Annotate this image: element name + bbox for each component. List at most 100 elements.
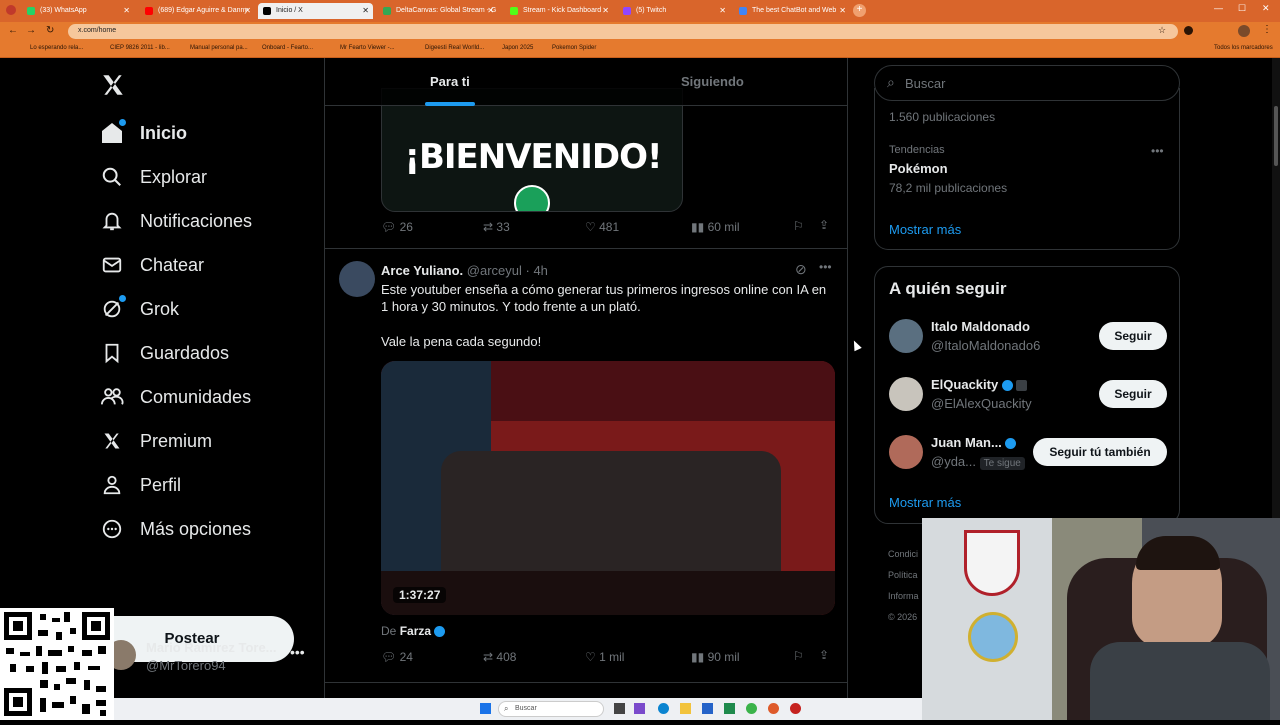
search-icon: ⌕ [504, 704, 509, 713]
browser-tab-chatbot[interactable]: The best ChatBot and Web ✕ [734, 3, 850, 19]
reply-button[interactable]: 💬︎ 26 [381, 220, 413, 234]
browser-menu-dots-icon[interactable]: ⋮ [1262, 24, 1272, 35]
start-menu-icon[interactable] [480, 703, 491, 714]
close-icon[interactable]: ✕ [123, 6, 130, 15]
post-image[interactable]: ¡BIENVENIDO! [381, 88, 683, 212]
minimize-icon[interactable]: — [1214, 3, 1223, 13]
url-input[interactable]: x.com/home [68, 24, 1178, 39]
repost-button[interactable]: ⇄ 408 [483, 650, 516, 664]
taskbar-app-icon[interactable] [790, 703, 801, 714]
nav-item-explorar[interactable]: Explorar [98, 157, 207, 197]
scrollbar-thumb[interactable] [1274, 106, 1278, 166]
post-author[interactable]: Arce Yuliano. [381, 263, 463, 278]
nav-item-mas-opciones[interactable]: Más opciones [98, 509, 251, 549]
new-tab-button[interactable]: + [853, 4, 866, 17]
profile-avatar-icon[interactable] [1238, 25, 1250, 37]
bookmark-item[interactable]: Mr Fearto Viewer -... [340, 45, 395, 51]
repost-button[interactable]: ⇄ 33 [483, 220, 510, 234]
bookmark-icon[interactable]: ⚐ [793, 649, 804, 663]
close-icon[interactable]: ✕ [602, 6, 609, 15]
show-more-link[interactable]: Mostrar más [889, 222, 961, 237]
extensions-icon[interactable] [1184, 26, 1193, 35]
browser-tab-x[interactable]: Inicio / X ✕ [258, 3, 373, 19]
reload-icon[interactable]: ↻ [46, 25, 54, 36]
window-close-icon[interactable]: ✕ [1262, 3, 1270, 14]
browser-tab-twitch[interactable]: (5) Twitch ✕ [618, 3, 730, 19]
show-more-link[interactable]: Mostrar más [889, 495, 961, 510]
footer-link[interactable]: Política [888, 565, 919, 586]
taskbar-app-icon[interactable] [702, 703, 713, 714]
tab-siguiendo[interactable]: Siguiendo [681, 74, 744, 89]
follow-back-button[interactable]: Seguir tú también [1033, 438, 1167, 466]
browser-tab-deltacanvas[interactable]: DeltaCanvas: Global Stream - G ✕ [378, 3, 498, 19]
nav-item-premium[interactable]: Premium [98, 421, 212, 461]
taskbar-app-icon[interactable] [680, 703, 691, 714]
bookmark-item[interactable]: Pokemon Spider [552, 45, 596, 51]
taskbar-app-icon[interactable] [634, 703, 645, 714]
repost-count: 33 [496, 220, 510, 234]
grok-icon[interactable]: ⊘ [795, 261, 807, 278]
taskbar-app-icon[interactable] [768, 703, 779, 714]
follow-button[interactable]: Seguir [1099, 322, 1167, 350]
back-icon[interactable]: ← [8, 25, 18, 36]
trend-item[interactable]: Tendencias Pokémon 78,2 mil publicacione… [889, 144, 1169, 195]
nav-item-inicio[interactable]: Inicio [98, 113, 187, 153]
trend-count: 78,2 mil publicaciones [889, 181, 1008, 195]
bookmark-item[interactable]: Japon 2025 [502, 45, 533, 51]
share-icon[interactable]: ⇪ [819, 648, 829, 662]
share-icon[interactable]: ⇪ [819, 218, 829, 232]
taskbar-app-icon[interactable] [658, 703, 669, 714]
user-name-text: Juan Man... [931, 435, 1002, 450]
post-time[interactable]: · 4h [526, 263, 548, 278]
maximize-icon[interactable]: ☐ [1238, 3, 1246, 14]
browser-tab-whatsapp[interactable]: (33) WhatsApp ✕ [22, 3, 134, 19]
close-icon[interactable]: ✕ [362, 6, 369, 15]
bookmark-icon[interactable]: ⚐ [793, 219, 804, 233]
close-icon[interactable]: ✕ [487, 6, 494, 15]
post-handle[interactable]: @arceyul [467, 263, 522, 278]
trend-more-icon[interactable]: ••• [1151, 144, 1164, 158]
like-button[interactable]: ♡ 1 mil [585, 650, 624, 664]
tab-para-ti[interactable]: Para ti [430, 74, 470, 89]
nav-item-notificaciones[interactable]: Notificaciones [98, 201, 252, 241]
nav-item-chatear[interactable]: Chatear [98, 245, 204, 285]
browser-menu-icon[interactable] [6, 5, 16, 15]
nav-item-comunidades[interactable]: Comunidades [98, 377, 251, 417]
nav-item-guardados[interactable]: Guardados [98, 333, 229, 373]
post-video[interactable]: 1:37:27 [381, 361, 835, 615]
video-source: De Farza [381, 624, 446, 638]
more-dots-icon[interactable]: ••• [290, 644, 305, 660]
like-button[interactable]: ♡ 481 [585, 220, 619, 234]
bookmark-item[interactable]: CIEP 9826 2011 - lib... [110, 45, 170, 51]
star-icon[interactable]: ☆ [1158, 25, 1166, 36]
forward-icon[interactable]: → [26, 25, 36, 36]
reply-button[interactable]: 💬︎ 24 [381, 650, 413, 664]
post-more-icon[interactable]: ••• [819, 260, 832, 274]
taskbar-search[interactable]: ⌕ Buscar [498, 701, 604, 717]
close-icon[interactable]: ✕ [839, 6, 846, 15]
follow-button[interactable]: Seguir [1099, 380, 1167, 408]
browser-tab-kick[interactable]: Stream - Kick Dashboard ✕ [505, 3, 613, 19]
close-icon[interactable]: ✕ [244, 6, 251, 15]
footer-link[interactable]: Condici [888, 544, 919, 565]
taskbar-app-icon[interactable] [746, 703, 757, 714]
views-button[interactable]: ▮▮ 60 mil [691, 220, 740, 234]
views-button[interactable]: ▮▮ 90 mil [691, 650, 740, 664]
footer-link[interactable]: Informa [888, 586, 919, 607]
account-switcher[interactable]: Mario Ramirez Tore... @MrTorero94 ••• [106, 632, 316, 680]
taskbar-app-icon[interactable] [724, 703, 735, 714]
x-logo-icon[interactable] [100, 72, 126, 98]
bookmark-item[interactable]: Digeesti Real Worlld... [425, 45, 484, 51]
nav-item-grok[interactable]: Grok [98, 289, 179, 329]
close-icon[interactable]: ✕ [719, 6, 726, 15]
browser-tab-youtube[interactable]: (689) Edgar Aguirre & Danny ✕ [140, 3, 255, 19]
bookmark-item[interactable]: Lo esperando rela... [30, 45, 83, 51]
post-avatar[interactable] [339, 261, 375, 297]
source-name[interactable]: Farza [400, 624, 431, 638]
taskbar-app-icon[interactable] [614, 703, 625, 714]
nav-item-perfil[interactable]: Perfil [98, 465, 181, 505]
bookmark-item[interactable]: Onboard - Fearto... [262, 45, 313, 51]
all-bookmarks[interactable]: Todos los marcadores [1214, 45, 1273, 51]
bookmark-item[interactable]: Manual personal pa... [190, 45, 248, 51]
tab-label: Stream - Kick Dashboard [523, 7, 602, 14]
